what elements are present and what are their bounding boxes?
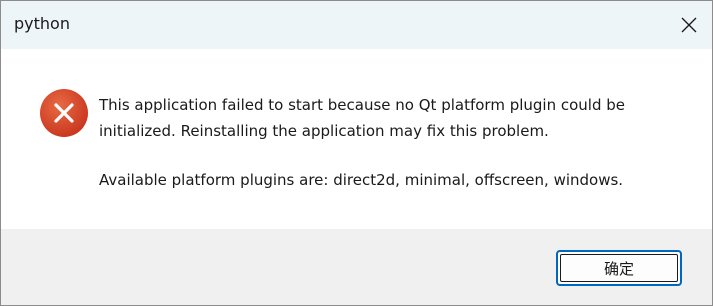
message-line: initialized. Reinstalling the applicatio… xyxy=(99,122,549,140)
dialog-content: This application failed to start because… xyxy=(1,49,712,229)
ok-button-label: 确定 xyxy=(603,259,634,278)
ok-button[interactable]: 确定 xyxy=(556,250,682,286)
error-message: This application failed to start because… xyxy=(99,92,699,193)
message-line: This application failed to start because… xyxy=(99,96,626,114)
error-icon xyxy=(40,89,88,137)
error-dialog: python This application failed to start … xyxy=(0,0,713,306)
dialog-footer: 确定 xyxy=(1,229,712,305)
title-bar[interactable]: python xyxy=(1,1,712,49)
window-title: python xyxy=(14,14,70,33)
available-plugins-text: Available platform plugins are: direct2d… xyxy=(99,171,624,189)
close-button[interactable] xyxy=(666,1,712,49)
close-icon xyxy=(681,17,697,33)
